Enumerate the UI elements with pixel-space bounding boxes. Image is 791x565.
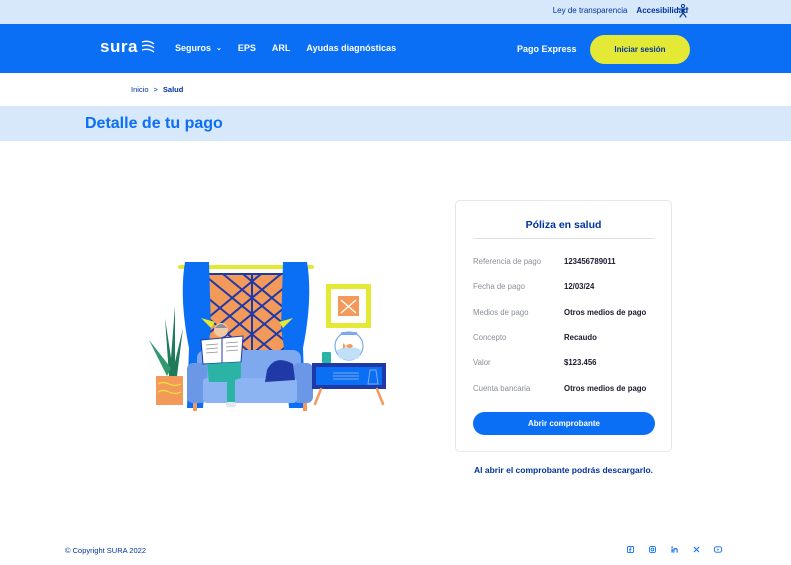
chevron-down-icon: ⌄ [216, 45, 222, 52]
page-title: Detalle de tu pago [85, 115, 223, 132]
detail-row-medios: Medios de pago Otros medios de pago [473, 300, 663, 325]
breadcrumb: Inicio > Salud [131, 85, 183, 94]
detail-label: Fecha de pago [473, 282, 526, 292]
detail-row-referencia: Referencia de pago 123456789011 [473, 249, 663, 274]
accessibility-person-icon[interactable] [677, 4, 689, 18]
card-divider [473, 238, 655, 239]
youtube-icon[interactable] [714, 545, 722, 553]
detail-label: Concepto [473, 333, 507, 343]
download-note: Al abrir el comprobante podrás descargar… [473, 465, 654, 475]
x-icon[interactable] [692, 545, 700, 553]
main-nav: Seguros ⌄ EPS ARL Ayudas diagnósticas [175, 43, 396, 53]
nav-label: EPS [237, 43, 256, 53]
utility-links: Ley de transparencia Accesibilidad [553, 6, 688, 15]
logo-text: sura [100, 37, 138, 56]
nav-item-arl[interactable]: ARL [272, 43, 291, 53]
pago-express-link[interactable]: Pago Express [517, 44, 577, 54]
card-title: Póliza en salud [525, 219, 602, 231]
copyright-text: © Copyright SURA 2022 [65, 546, 146, 555]
breadcrumb-current: Salud [162, 85, 184, 94]
nav-label: Seguros [175, 43, 212, 53]
chevron-right-icon: > [153, 85, 158, 94]
sura-logo-icon [141, 40, 155, 53]
social-links [626, 545, 722, 553]
detail-rows: Referencia de pago 123456789011 Fecha de… [473, 249, 663, 401]
detail-label: Valor [473, 358, 491, 368]
detail-value: 123456789011 [564, 257, 616, 267]
payment-details-card: Póliza en salud Referencia de pago 12345… [455, 200, 672, 452]
main-header: sura Seguros ⌄ EPS ARL Ayudas diagnóstic… [0, 24, 791, 73]
detail-row-fecha: Fecha de pago 12/03/24 [473, 274, 663, 299]
detail-row-cuenta: Cuenta bancaria Otros medios de pago [473, 375, 663, 400]
nav-label: ARL [271, 43, 291, 53]
nav-item-seguros[interactable]: Seguros ⌄ [175, 43, 222, 53]
detail-value: Recaudo [564, 333, 597, 343]
detail-label: Referencia de pago [473, 257, 542, 267]
living-room-illustration [149, 262, 386, 411]
transparency-link[interactable]: Ley de transparencia [553, 6, 628, 15]
title-band: Detalle de tu pago [0, 106, 791, 141]
detail-value: $123.456 [564, 358, 597, 368]
detail-label: Medios de pago [473, 307, 529, 317]
breadcrumb-home[interactable]: Inicio [131, 85, 149, 94]
nav-item-ayudas-diagnosticas[interactable]: Ayudas diagnósticas [306, 43, 396, 53]
detail-label: Cuenta bancaria [473, 383, 531, 393]
login-button[interactable]: Iniciar sesión [590, 35, 690, 64]
detail-value: Otros medios de pago [564, 307, 647, 317]
top-utility-bar: Ley de transparencia Accesibilidad [0, 0, 791, 24]
detail-value: 12/03/24 [564, 282, 595, 292]
open-receipt-button[interactable]: Abrir comprobante [473, 412, 655, 435]
nav-label: Ayudas diagnósticas [306, 43, 397, 53]
nav-item-eps[interactable]: EPS [238, 43, 256, 53]
instagram-icon[interactable] [648, 545, 656, 553]
detail-value: Otros medios de pago [564, 383, 647, 393]
linkedin-icon[interactable] [670, 545, 678, 553]
sura-logo[interactable]: sura [100, 37, 155, 57]
detail-row-valor: Valor $123.456 [473, 350, 663, 375]
detail-row-concepto: Concepto Recaudo [473, 325, 663, 350]
facebook-icon[interactable] [626, 545, 634, 553]
